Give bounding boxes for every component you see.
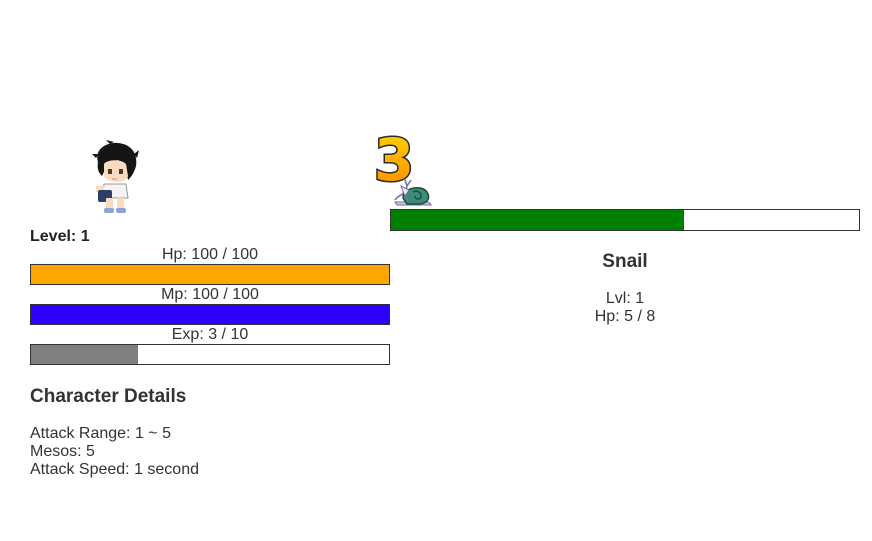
player-mp-bar — [30, 304, 390, 325]
monster-hp-bar — [390, 209, 860, 231]
player-exp-bar-fill — [31, 345, 139, 364]
player-hp-label: Hp: 100 / 100 — [161, 246, 259, 263]
player-character-sprite — [92, 140, 139, 213]
attack-range-text: Attack Range: 1 ~ 5 — [30, 425, 171, 442]
player-hp-bar — [30, 264, 390, 285]
character-details-title: Character Details — [30, 386, 187, 407]
player-mp-bar-fill — [31, 305, 389, 324]
attack-speed-text: Attack Speed: 1 second — [30, 461, 199, 478]
player-exp-label: Exp: 3 / 10 — [171, 326, 249, 343]
player-hp-bar-fill — [31, 265, 389, 284]
monster-hp-bar-fill — [391, 210, 684, 230]
snail-monster-sprite[interactable] — [393, 174, 435, 206]
player-exp-bar — [30, 344, 390, 365]
player-mp-label: Mp: 100 / 100 — [161, 286, 259, 303]
monster-hp-text: Hp: 5 / 8 — [594, 308, 656, 325]
monster-level: Lvl: 1 — [605, 290, 645, 307]
monster-name: Snail — [602, 251, 648, 272]
mesos-text: Mesos: 5 — [30, 443, 95, 460]
player-level: Level: 1 — [30, 228, 90, 245]
